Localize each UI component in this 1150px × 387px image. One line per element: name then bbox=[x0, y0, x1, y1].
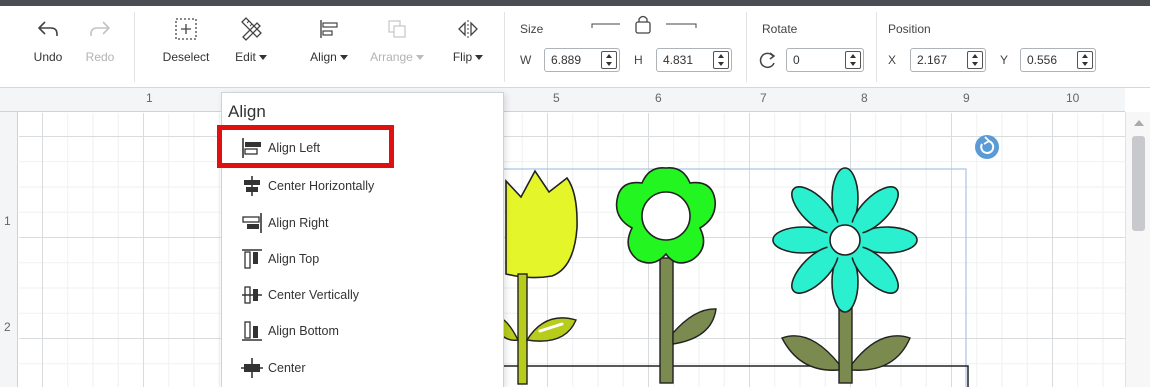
deselect-button[interactable]: Deselect bbox=[158, 12, 214, 64]
y-label: Y bbox=[1000, 53, 1009, 67]
planter-edge bbox=[500, 365, 969, 387]
flower-artwork[interactable] bbox=[0, 88, 1125, 387]
position-label: Position bbox=[888, 22, 931, 36]
chevron-down-icon bbox=[475, 55, 484, 61]
redo-label: Redo bbox=[85, 50, 115, 64]
menu-item-label: Center Horizontally bbox=[268, 179, 375, 193]
x-label: X bbox=[888, 53, 897, 67]
flip-label: Flip bbox=[452, 50, 473, 64]
x-position-value: 2.167 bbox=[917, 53, 948, 67]
menu-item-label: Center Vertically bbox=[268, 288, 360, 302]
center-icon bbox=[240, 356, 264, 380]
scroll-thumb[interactable] bbox=[1132, 136, 1145, 231]
arrange-dropdown[interactable]: Arrange bbox=[366, 12, 428, 64]
width-label: W bbox=[520, 53, 532, 67]
edit-label: Edit bbox=[235, 50, 256, 64]
menu-item-label: Align Bottom bbox=[268, 324, 339, 338]
width-input[interactable]: 6.889 bbox=[544, 48, 620, 72]
edit-dropdown[interactable]: Edit bbox=[228, 12, 274, 64]
chevron-down-icon bbox=[339, 55, 348, 61]
align-dropdown[interactable]: Align bbox=[300, 12, 358, 64]
edit-toolbar: Undo Redo Deselect Edit Align Arrange Fl… bbox=[0, 6, 1150, 88]
menu-item-center-horizontally[interactable]: Center Horizontally bbox=[240, 168, 374, 204]
rotate-value: 0 bbox=[793, 53, 800, 67]
menu-item-align-bottom[interactable]: Align Bottom bbox=[240, 313, 339, 349]
align-icon bbox=[317, 12, 341, 46]
menu-item-center-vertically[interactable]: Center Vertically bbox=[240, 277, 359, 313]
rotate-icon bbox=[758, 50, 778, 75]
highlight-box bbox=[217, 125, 394, 168]
stepper-arrows[interactable] bbox=[1077, 51, 1093, 69]
redo-icon bbox=[89, 12, 111, 46]
center-vertically-icon bbox=[240, 283, 264, 307]
flip-dropdown[interactable]: Flip bbox=[446, 12, 490, 64]
center-horizontally-icon bbox=[240, 174, 264, 198]
height-value: 4.831 bbox=[663, 53, 694, 67]
flip-icon bbox=[456, 12, 480, 46]
toolbar-divider bbox=[746, 12, 747, 82]
deselect-label: Deselect bbox=[162, 50, 210, 64]
menu-item-center[interactable]: Center bbox=[240, 350, 306, 386]
chevron-down-icon bbox=[415, 55, 424, 61]
stepper-arrows[interactable] bbox=[601, 51, 617, 69]
menu-item-align-top[interactable]: Align Top bbox=[240, 241, 319, 277]
deselect-icon bbox=[173, 12, 199, 46]
menu-item-align-right[interactable]: Align Right bbox=[240, 205, 328, 241]
stepper-arrows[interactable] bbox=[967, 51, 983, 69]
undo-label: Undo bbox=[33, 50, 63, 64]
menu-item-label: Align Right bbox=[268, 216, 329, 230]
undo-button[interactable]: Undo bbox=[28, 12, 68, 64]
menu-item-label: Center bbox=[268, 361, 306, 375]
size-label: Size bbox=[520, 22, 544, 36]
height-label: H bbox=[634, 53, 643, 67]
toolbar-divider bbox=[504, 12, 505, 82]
arrange-icon bbox=[385, 12, 409, 46]
lock-aspect-icon[interactable] bbox=[590, 14, 700, 34]
stepper-arrows[interactable] bbox=[713, 51, 729, 69]
align-menu-title: Align bbox=[228, 102, 266, 121]
green-flower-shape bbox=[615, 166, 717, 384]
align-bottom-icon bbox=[240, 319, 264, 343]
width-value: 6.889 bbox=[551, 53, 582, 67]
vertical-scrollbar[interactable] bbox=[1125, 112, 1150, 387]
menu-item-label: Align Top bbox=[268, 252, 320, 266]
pencil-ruler-icon bbox=[238, 12, 264, 46]
stepper-arrows[interactable] bbox=[845, 51, 861, 69]
rotate-input[interactable]: 0 bbox=[786, 48, 864, 72]
redo-button[interactable]: Redo bbox=[80, 12, 120, 64]
toolbar-divider bbox=[134, 12, 135, 82]
height-input[interactable]: 4.831 bbox=[656, 48, 732, 72]
x-position-input[interactable]: 2.167 bbox=[910, 48, 986, 72]
align-right-icon bbox=[240, 211, 264, 235]
rotate-label: Rotate bbox=[762, 22, 798, 36]
y-position-input[interactable]: 0.556 bbox=[1020, 48, 1096, 72]
scroll-up-arrow[interactable] bbox=[1134, 120, 1144, 126]
rotate-handle-icon bbox=[975, 135, 999, 159]
chevron-down-icon bbox=[258, 55, 267, 61]
toolbar-divider bbox=[876, 12, 877, 82]
align-top-icon bbox=[240, 247, 264, 271]
align-label: Align bbox=[310, 50, 337, 64]
undo-icon bbox=[37, 12, 59, 46]
arrange-label: Arrange bbox=[370, 50, 413, 64]
teal-flower-shape bbox=[772, 167, 918, 384]
y-position-value: 0.556 bbox=[1027, 53, 1058, 67]
design-canvas[interactable]: 1 5 6 7 8 9 10 1 2 bbox=[0, 88, 1150, 387]
